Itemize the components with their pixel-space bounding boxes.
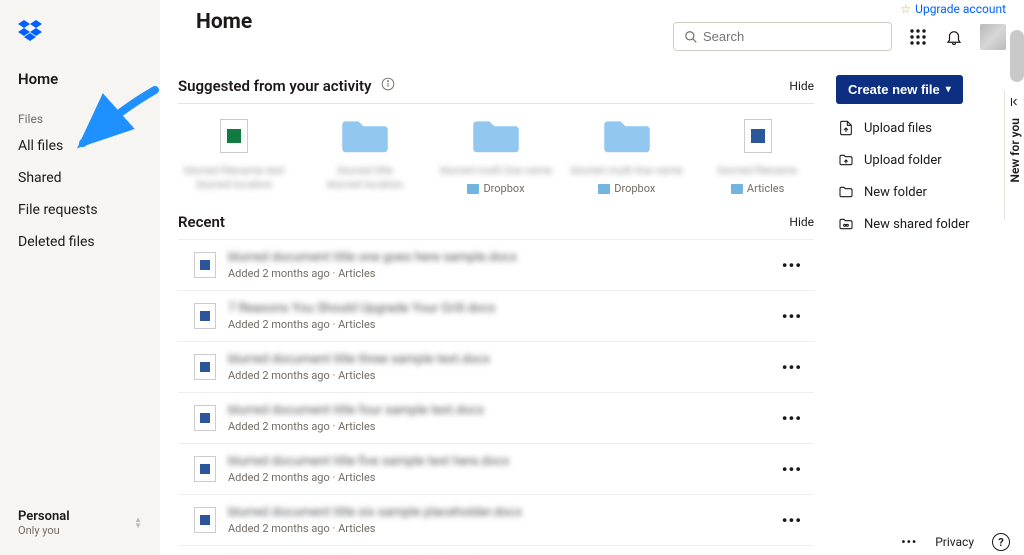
upload-folder-icon (838, 152, 854, 168)
more-icon[interactable]: ••• (770, 307, 814, 326)
main: ☆ Upgrade account Home S (160, 0, 1024, 555)
more-icon[interactable]: ••• (770, 256, 814, 275)
search-icon (684, 30, 698, 44)
recent-item[interactable]: 7 Reasons You Should Upgrade Your Grill.… (178, 290, 814, 341)
recent-title: Recent (178, 213, 225, 231)
upload-files-label: Upload files (864, 121, 932, 136)
right-panel: Create new file ▾ Upload files Upload fo… (836, 67, 1006, 555)
footer: ••• Privacy ? (901, 533, 1010, 551)
search-box[interactable] (673, 22, 892, 51)
more-icon[interactable]: ••• (770, 409, 814, 428)
new-folder-icon (838, 184, 854, 200)
account-switcher-icon[interactable]: ▲▼ (134, 517, 142, 529)
word-file-icon (194, 252, 216, 278)
word-file-icon (194, 303, 216, 329)
upgrade-label: Upgrade account (915, 2, 1006, 16)
upload-files-action[interactable]: Upload files (836, 112, 1006, 144)
collapse-icon (1009, 96, 1021, 108)
recent-item[interactable]: blurred document title six sample placeh… (178, 494, 814, 545)
recent-item[interactable]: blurred document title one goes here sam… (178, 239, 814, 290)
new-for-you-tab[interactable]: New for you (1004, 90, 1024, 220)
recent-item[interactable]: blurred document title seven sample here… (178, 545, 814, 555)
new-for-you-label: New for you (1008, 118, 1022, 183)
folder-mini-icon (598, 184, 610, 194)
folder-mini-icon (731, 184, 743, 194)
apps-grid-icon[interactable] (908, 27, 928, 47)
more-icon[interactable]: ••• (770, 358, 814, 377)
sidebar: Home Files All files Shared File request… (0, 0, 160, 555)
upload-file-icon (838, 120, 854, 136)
create-new-file-button[interactable]: Create new file ▾ (836, 75, 963, 104)
scrollbar[interactable] (1010, 30, 1024, 82)
new-shared-folder-action[interactable]: New shared folder (836, 208, 1006, 240)
new-shared-folder-label: New shared folder (864, 217, 970, 232)
suggested-item[interactable]: blurred filename textblurred location (178, 114, 291, 195)
privacy-link[interactable]: Privacy (935, 535, 974, 549)
folder-mini-icon (467, 184, 479, 194)
upload-folder-label: Upload folder (864, 153, 942, 168)
word-file-icon (744, 119, 772, 153)
more-icon[interactable]: ••• (770, 460, 814, 479)
account-sub: Only you (18, 524, 70, 537)
nav-all-files[interactable]: All files (0, 130, 160, 162)
bell-icon[interactable] (944, 27, 964, 47)
footer-more-icon[interactable]: ••• (901, 535, 917, 549)
word-file-icon (194, 507, 216, 533)
chevron-down-icon: ▾ (946, 84, 951, 95)
recent-item[interactable]: blurred document title five sample text … (178, 443, 814, 494)
suggested-item[interactable]: blurred multi line nameDropbox (440, 114, 553, 195)
search-input[interactable] (701, 28, 881, 45)
recent-item[interactable]: blurred document title three sample text… (178, 341, 814, 392)
upgrade-link[interactable]: ☆ Upgrade account (900, 2, 1006, 16)
info-icon[interactable] (381, 77, 395, 91)
word-file-icon (194, 354, 216, 380)
nav-home[interactable]: Home (0, 60, 160, 98)
account-label[interactable]: Personal (18, 509, 70, 524)
word-file-icon (194, 456, 216, 482)
help-icon[interactable]: ? (992, 533, 1010, 551)
avatar[interactable] (980, 24, 1006, 50)
new-folder-label: New folder (864, 185, 927, 200)
shared-folder-icon (838, 216, 854, 232)
page-title: Home (178, 10, 270, 34)
suggested-item[interactable]: blurred titleblurred location (309, 114, 422, 195)
nav-file-requests[interactable]: File requests (0, 194, 160, 226)
suggested-hide[interactable]: Hide (789, 79, 814, 93)
word-file-icon (194, 405, 216, 431)
dropbox-logo[interactable] (0, 12, 160, 60)
create-label: Create new file (848, 82, 940, 97)
nav-deleted-files[interactable]: Deleted files (0, 226, 160, 258)
recent-hide[interactable]: Hide (789, 215, 814, 229)
star-icon: ☆ (900, 2, 911, 16)
new-folder-action[interactable]: New folder (836, 176, 1006, 208)
suggested-item[interactable]: blurred filenameArticles (701, 114, 814, 195)
excel-file-icon (220, 119, 248, 153)
nav-files-label: Files (0, 98, 160, 130)
suggested-item[interactable]: blurred multi line nameDropbox (570, 114, 683, 195)
nav-shared[interactable]: Shared (0, 162, 160, 194)
suggested-title: Suggested from your activity (178, 77, 371, 95)
recent-item[interactable]: blurred document title four sample text.… (178, 392, 814, 443)
more-icon[interactable]: ••• (770, 511, 814, 530)
upload-folder-action[interactable]: Upload folder (836, 144, 1006, 176)
